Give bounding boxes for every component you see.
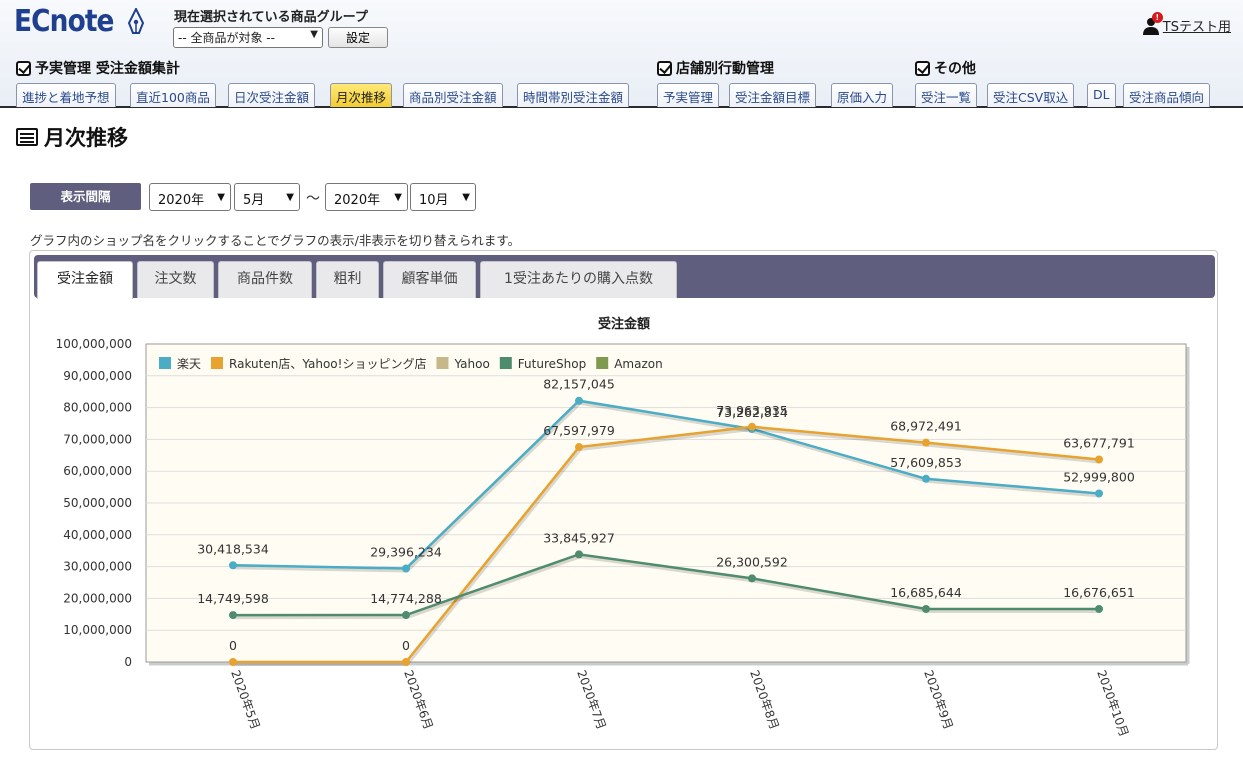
sales-line-chart: 0 10,000,000 20,000,000 30,000,000 40,000,00…: [56, 316, 1190, 739]
data-point: [229, 611, 237, 620]
legend-swatch: [211, 357, 224, 369]
data-label: 30,418,534: [197, 541, 269, 556]
legend-swatch: [499, 357, 512, 369]
data-point: [1095, 489, 1103, 498]
x-tick-label: 2020年7月: [574, 668, 608, 731]
data-label: 68,972,491: [890, 419, 962, 434]
data-label: 0: [402, 638, 410, 653]
y-tick-label: 0: [124, 655, 132, 669]
data-point: [1095, 455, 1103, 464]
y-tick-label: 70,000,000: [63, 432, 132, 446]
data-point: [229, 561, 237, 570]
legend-item[interactable]: Rakuten店、Yahoo!ショッピング店: [229, 357, 426, 371]
data-point: [575, 443, 583, 452]
legend-swatch: [159, 357, 171, 369]
y-tick-label: 10,000,000: [63, 623, 132, 637]
data-label: 0: [229, 638, 237, 653]
data-point: [1095, 604, 1103, 613]
data-point: [402, 658, 410, 666]
y-tick-label: 50,000,000: [63, 496, 132, 510]
data-label: 26,300,592: [716, 554, 788, 569]
data-point: [229, 658, 237, 666]
data-label: 16,676,651: [1063, 585, 1135, 600]
data-label: 33,845,927: [543, 530, 615, 545]
data-point: [922, 438, 930, 447]
data-label: 82,157,045: [543, 377, 615, 392]
legend-item[interactable]: Yahoo: [453, 357, 489, 371]
y-tick-label: 90,000,000: [63, 369, 132, 383]
data-point: [922, 474, 930, 483]
legend-item[interactable]: 楽天: [177, 357, 201, 371]
data-label: 63,677,791: [1063, 436, 1135, 451]
x-tick-label: 2020年10月: [1094, 668, 1131, 738]
data-label: 73,963,935: [716, 403, 788, 418]
legend-swatch: [436, 357, 449, 369]
y-tick-label: 30,000,000: [63, 560, 132, 574]
data-point: [575, 396, 583, 405]
x-tick-label: 2020年9月: [921, 668, 955, 731]
y-tick-label: 80,000,000: [63, 401, 132, 415]
data-point: [922, 604, 930, 613]
data-point: [402, 564, 410, 573]
data-point: [748, 574, 756, 583]
data-label: 14,749,598: [197, 591, 269, 606]
data-point: [575, 550, 583, 559]
data-label: 29,396,234: [370, 545, 442, 560]
x-tick-label: 2020年5月: [228, 668, 262, 731]
x-tick-label: 2020年8月: [747, 668, 781, 731]
y-tick-label: 100,000,000: [56, 337, 132, 351]
y-tick-label: 20,000,000: [63, 591, 132, 605]
legend-item[interactable]: FutureShop: [518, 357, 586, 371]
data-label: 16,685,644: [890, 585, 962, 600]
data-label: 67,597,979: [543, 423, 615, 438]
data-label: 57,609,853: [890, 455, 962, 470]
chart-title: 受注金額: [598, 316, 650, 332]
y-tick-label: 60,000,000: [63, 464, 132, 478]
legend-item[interactable]: Amazon: [614, 357, 663, 371]
y-tick-label: 40,000,000: [63, 528, 132, 542]
legend-swatch: [596, 357, 609, 369]
data-point: [402, 611, 410, 620]
data-label: 14,774,288: [370, 591, 442, 606]
data-label: 52,999,800: [1063, 469, 1135, 484]
data-point: [748, 422, 756, 431]
x-tick-label: 2020年6月: [401, 668, 435, 731]
